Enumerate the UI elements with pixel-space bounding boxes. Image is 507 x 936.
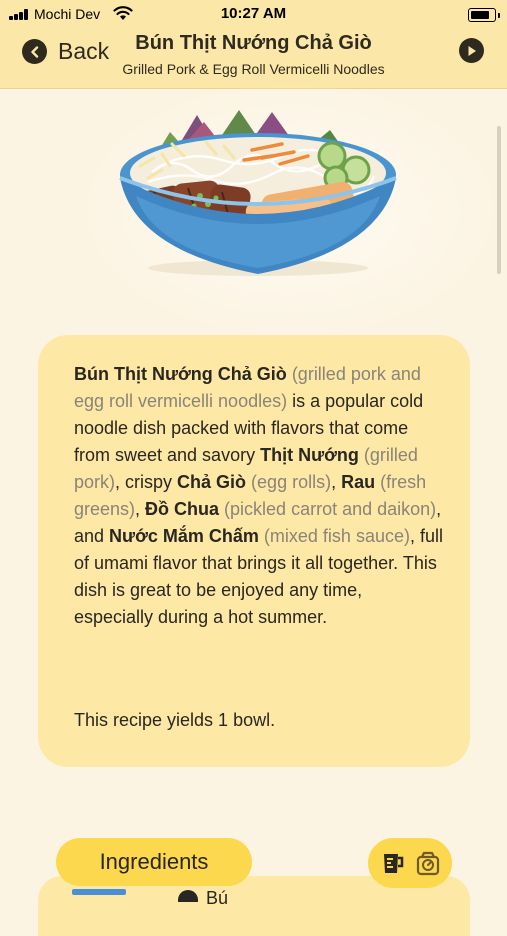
description-segment: , crispy <box>115 472 178 492</box>
description-segment: Rau <box>341 472 376 492</box>
play-button[interactable] <box>459 38 484 63</box>
description-segment: Thịt Nướng <box>260 445 359 465</box>
description-segment: (egg rolls) <box>246 472 332 492</box>
page-subtitle: Grilled Pork & Egg Roll Vermicelli Noodl… <box>122 61 385 77</box>
status-bar: Mochi Dev 10:27 AM <box>0 0 507 30</box>
chevron-left-icon <box>22 39 47 64</box>
description-segment: (mixed fish sauce) <box>258 526 410 546</box>
play-icon <box>468 45 476 56</box>
description-card: Bún Thịt Nướng Chả Giò (grilled pork and… <box>38 335 470 767</box>
description-segment: Đồ Chua <box>145 499 220 519</box>
ingredient-thumbnail <box>72 889 126 895</box>
clock: 10:27 AM <box>220 5 287 22</box>
navigation-bar: Back Bún Thịt Nướng Chả Giò Grilled Pork… <box>0 30 507 89</box>
noodle-bowl-illustration <box>119 110 397 276</box>
unit-toggle-group <box>368 838 452 888</box>
ingredient-item-label: Bú <box>206 888 229 908</box>
recipe-description: Bún Thịt Nướng Chả Giò (grilled pork and… <box>74 361 446 631</box>
battery-level <box>471 11 489 19</box>
recipe-yield: This recipe yields 1 bowl. <box>74 710 276 730</box>
measuring-cup-icon[interactable] <box>376 847 408 879</box>
description-segment: , <box>135 499 146 519</box>
description-segment: (pickled carrot and daikon) <box>219 499 437 519</box>
kitchen-scale-icon[interactable] <box>412 847 444 879</box>
description-segment: , <box>331 472 342 492</box>
description-segment: Nước Mắm Chấm <box>109 526 259 546</box>
description-segment: Bún Thịt Nướng Chả Giò <box>74 364 287 384</box>
battery-icon <box>468 8 500 22</box>
ingredients-tab[interactable]: Ingredients <box>56 838 252 886</box>
page-title: Bún Thịt Nướng Chả Giò <box>135 32 372 54</box>
description-segment: Chả Giò <box>177 472 247 492</box>
scroll-indicator[interactable] <box>497 126 501 274</box>
